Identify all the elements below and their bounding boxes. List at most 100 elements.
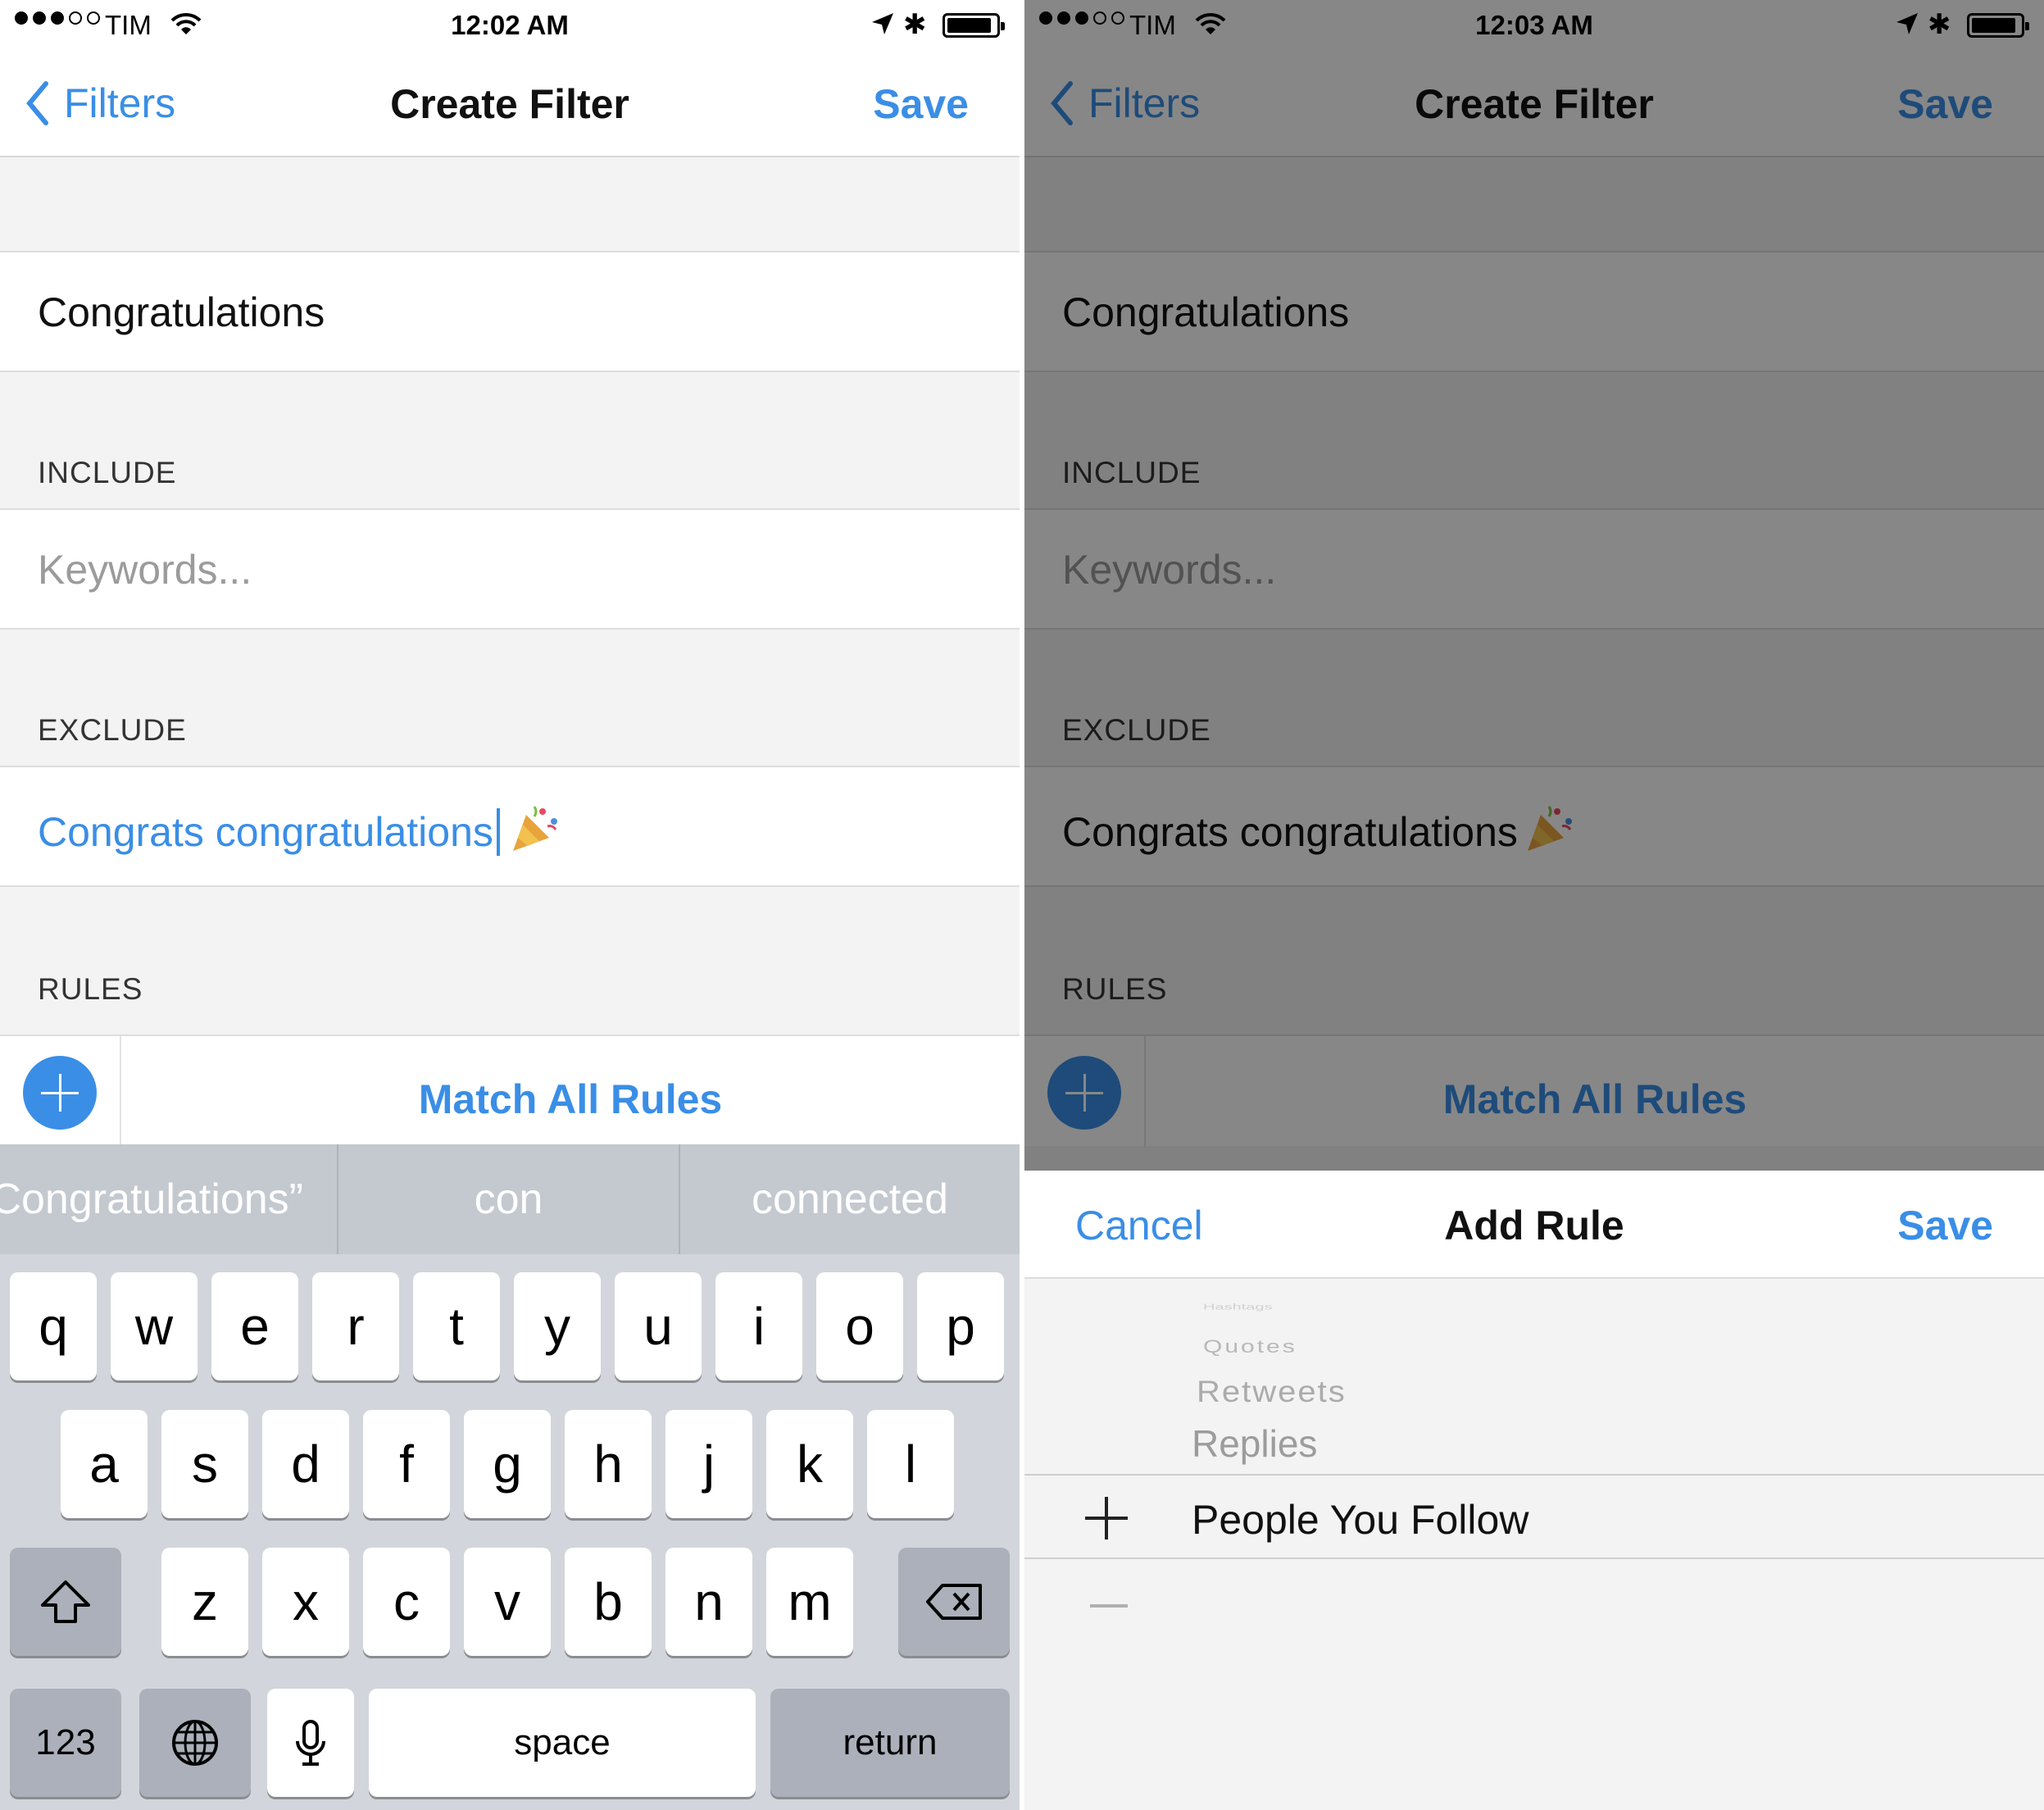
globe-key[interactable]: [139, 1689, 251, 1797]
prediction-1[interactable]: “Congratulations”: [0, 1144, 338, 1254]
exclude-minus-icon[interactable]: [1090, 1604, 1128, 1608]
key-n[interactable]: n: [665, 1548, 752, 1656]
rules-row: Match All Rules: [1024, 1035, 2044, 1148]
filter-name-value: Congratulations: [38, 289, 325, 335]
status-time: 12:02 AM: [451, 10, 569, 40]
bluetooth-icon: ✱: [903, 9, 927, 40]
exclude-keywords-field: Congrats congratulations: [1024, 766, 2044, 887]
key-a[interactable]: a: [61, 1410, 148, 1518]
filter-name-value: Congratulations: [1062, 289, 1350, 335]
match-all-rules-button: Match All Rules: [1442, 1076, 1747, 1122]
picker-selection-line: [1024, 1558, 2044, 1559]
rules-row: Match All Rules: [0, 1035, 1020, 1148]
key-l[interactable]: l: [867, 1410, 954, 1518]
prediction-1-label: “Congratulations”: [0, 1176, 303, 1223]
predictive-bar: “Congratulations” con connected: [0, 1144, 1020, 1254]
exclude-keywords-value: Congrats congratulations: [38, 809, 493, 855]
rules-section-header: RULES: [1062, 972, 1168, 1006]
key-s[interactable]: s: [161, 1410, 248, 1518]
match-all-rules-button[interactable]: Match All Rules: [121, 1076, 1020, 1123]
right-screen: TIM 12:03 AM ✱ Filters Create Filter Sav…: [1024, 0, 2044, 1810]
key-t[interactable]: t: [413, 1272, 500, 1380]
picker-selected-option[interactable]: People You Follow: [1192, 1496, 1528, 1544]
microphone-icon: [296, 1720, 325, 1766]
include-plus-icon[interactable]: [1085, 1497, 1128, 1539]
key-j[interactable]: j: [665, 1410, 752, 1518]
filter-name-field[interactable]: Congratulations: [0, 251, 1020, 372]
sheet-save-button[interactable]: Save: [1897, 1202, 1993, 1249]
key-x[interactable]: x: [262, 1548, 349, 1656]
key-b[interactable]: b: [565, 1548, 652, 1656]
exclude-section-header: EXCLUDE: [1062, 713, 1211, 747]
location-arrow-icon: [872, 13, 893, 34]
key-f[interactable]: f: [363, 1410, 450, 1518]
back-button-label: Filters: [64, 80, 176, 126]
key-r[interactable]: r: [312, 1272, 399, 1380]
exclude-keywords-text: Congrats congratulations: [1062, 803, 1575, 856]
status-time: 12:03 AM: [1475, 10, 1593, 40]
key-g[interactable]: g: [464, 1410, 551, 1518]
add-rule-button[interactable]: [23, 1056, 97, 1130]
prediction-3-label: connected: [752, 1176, 948, 1223]
key-z[interactable]: z: [161, 1548, 248, 1656]
chevron-left-icon: [1051, 81, 1073, 125]
save-button[interactable]: Save: [873, 80, 969, 128]
key-i[interactable]: i: [715, 1272, 802, 1380]
keyboard: “Congratulations” con connected q w e r …: [0, 1144, 1020, 1810]
save-button: Save: [1897, 81, 1993, 127]
picker-option[interactable]: Hashtags: [1203, 1303, 1273, 1312]
key-q[interactable]: q: [10, 1272, 97, 1380]
prediction-2[interactable]: con: [338, 1144, 679, 1254]
picker-selection-line: [1024, 1474, 2044, 1476]
key-o[interactable]: o: [816, 1272, 903, 1380]
cancel-button[interactable]: Cancel: [1075, 1202, 1203, 1249]
picker-option[interactable]: Retweets: [1197, 1376, 1347, 1409]
key-m[interactable]: m: [766, 1548, 853, 1656]
key-u[interactable]: u: [615, 1272, 702, 1380]
shift-key[interactable]: [10, 1548, 121, 1656]
include-keywords-field[interactable]: Keywords...: [0, 508, 1020, 630]
picker-option[interactable]: Quotes: [1203, 1336, 1297, 1358]
key-w[interactable]: w: [111, 1272, 198, 1380]
include-section-header: INCLUDE: [1062, 456, 1201, 489]
numbers-key[interactable]: 123: [10, 1689, 121, 1797]
filter-name-field: Congratulations: [1024, 251, 2044, 372]
return-key[interactable]: return: [770, 1689, 1010, 1797]
key-h[interactable]: h: [565, 1410, 652, 1518]
key-e[interactable]: e: [211, 1272, 298, 1380]
rule-picker[interactable]: Hashtags Quotes Retweets Replies People …: [1024, 1279, 2044, 1810]
include-keywords-placeholder: Keywords...: [38, 547, 252, 593]
backspace-icon: [926, 1584, 982, 1620]
exclude-keywords-value: Congrats congratulations: [1062, 809, 1518, 855]
include-keywords-field: Keywords...: [1024, 508, 2044, 630]
battery-icon: [1967, 13, 2029, 38]
globe-icon: [172, 1720, 218, 1766]
key-c[interactable]: c: [363, 1548, 450, 1656]
space-key[interactable]: space: [369, 1689, 756, 1797]
sheet-toolbar: Cancel Add Rule Save: [1024, 1171, 2044, 1279]
status-bar: TIM 12:02 AM ✱: [0, 0, 1020, 52]
key-d[interactable]: d: [262, 1410, 349, 1518]
add-rule-sheet: Cancel Add Rule Save Hashtags Quotes Ret…: [1024, 1171, 2044, 1810]
delete-key[interactable]: [898, 1548, 1010, 1656]
key-k[interactable]: k: [766, 1410, 853, 1518]
key-v[interactable]: v: [464, 1548, 551, 1656]
include-keywords-placeholder: Keywords...: [1062, 547, 1277, 593]
back-button[interactable]: Filters: [25, 77, 175, 130]
prediction-3[interactable]: connected: [680, 1144, 1020, 1254]
bluetooth-icon: ✱: [1928, 9, 1951, 40]
include-section-header: INCLUDE: [38, 456, 177, 489]
battery-icon: [943, 13, 1005, 38]
shift-icon: [41, 1580, 90, 1623]
back-button: Filters: [1049, 77, 1200, 130]
exclude-keywords-text: Congrats congratulations: [38, 803, 561, 856]
party-popper-emoji-icon: [1527, 806, 1572, 851]
exclude-keywords-field[interactable]: Congrats congratulations: [0, 766, 1020, 887]
status-bar: TIM 12:03 AM ✱: [1024, 0, 2044, 52]
key-p[interactable]: p: [917, 1272, 1004, 1380]
prediction-2-label: con: [474, 1176, 543, 1223]
dictation-key[interactable]: [267, 1689, 354, 1797]
picker-option[interactable]: Replies: [1192, 1421, 1317, 1466]
rules-section-header: RULES: [38, 972, 143, 1006]
key-y[interactable]: y: [514, 1272, 601, 1380]
